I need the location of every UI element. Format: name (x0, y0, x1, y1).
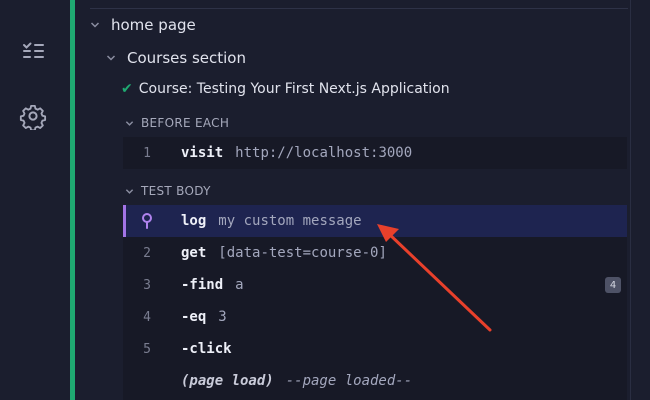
test-row[interactable]: ✔ Course: Testing Your First Next.js App… (121, 81, 450, 97)
page-load-event: (page load) (181, 373, 274, 389)
command-row[interactable]: 1 visit http://localhost:3000 (123, 137, 627, 169)
divider (90, 8, 628, 9)
command-log-panel: home page Courses section ✔ Course: Test… (75, 0, 650, 400)
command-row-log[interactable]: log my custom message (123, 205, 627, 237)
command-number: 3 (143, 277, 151, 293)
command-arg: my custom message (218, 213, 362, 229)
test-body-header[interactable]: TEST BODY (123, 183, 211, 199)
command-row[interactable]: 3 -find a 4 (123, 269, 627, 301)
section-row[interactable]: Courses section (103, 49, 246, 67)
command-arg: http://localhost:3000 (235, 145, 413, 161)
command-arg: a (235, 277, 244, 293)
command-name: -find (181, 277, 224, 293)
before-each-commands: 1 visit http://localhost:3000 (123, 137, 627, 169)
command-row[interactable]: 2 get [data-test=course-0] (123, 237, 627, 269)
chevron-down-icon (123, 115, 135, 131)
section-title: Courses section (127, 49, 246, 67)
check-icon: ✔ (121, 81, 133, 97)
chevron-down-icon (103, 50, 119, 66)
command-name: log (181, 213, 207, 229)
suite-row[interactable]: home page (87, 16, 196, 34)
page-load-message: --page loaded-- (285, 373, 413, 389)
specs-list-icon[interactable] (19, 38, 47, 66)
test-body-commands: log my custom message 2 get [data-test=c… (123, 205, 627, 400)
page-load-event-row[interactable]: (page load) --page loaded-- (123, 365, 627, 397)
settings-gear-icon[interactable] (19, 102, 47, 130)
command-number: 5 (143, 341, 151, 357)
command-row[interactable]: 4 -eq 3 (123, 301, 627, 333)
test-title: Course: Testing Your First Next.js Appli… (138, 81, 450, 97)
test-body-label: TEST BODY (141, 184, 211, 198)
before-each-header[interactable]: BEFORE EACH (123, 115, 229, 131)
command-name: -click (181, 341, 232, 357)
command-name: visit (181, 145, 224, 161)
command-number: 1 (143, 145, 151, 161)
suite-title: home page (111, 16, 196, 34)
command-arg: 3 (218, 309, 227, 325)
pin-icon (127, 212, 167, 230)
left-rail (0, 0, 64, 400)
command-number: 2 (143, 245, 151, 261)
command-arg: [data-test=course-0] (218, 245, 387, 261)
chevron-down-icon (87, 17, 103, 33)
command-log-app: home page Courses section ✔ Course: Test… (0, 0, 650, 400)
before-each-label: BEFORE EACH (141, 116, 230, 130)
chevron-down-icon (123, 183, 135, 199)
command-row[interactable]: 5 -click (123, 333, 627, 365)
command-name: get (181, 245, 207, 261)
command-name: -eq (181, 309, 207, 325)
command-number: 4 (143, 309, 151, 325)
panel-right-edge (630, 0, 650, 400)
element-count-badge: 4 (605, 277, 621, 293)
